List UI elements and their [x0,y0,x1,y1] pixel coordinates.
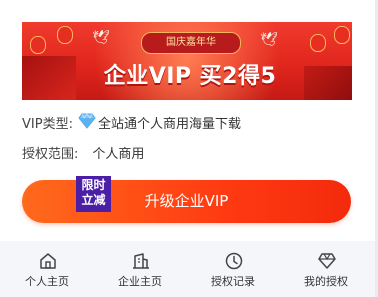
lantern-icon [57,26,73,44]
nav-label: 授权记录 [211,275,255,288]
banner-headline: 企业VIP 买2得5 [103,64,277,89]
nav-item-my-licenses[interactable]: 我的授权 [281,241,371,297]
promo-banner[interactable]: 🕊 🕊 国庆嘉年华 企业VIP 买2得5 [22,22,352,100]
nav-item-personal-home[interactable]: 个人主页 [2,241,92,297]
upgrade-button-label: 升级企业VIP [144,192,229,210]
vip-type-value: 全站通个人商用海量下载 [97,117,241,132]
gift-boxes-right [304,66,352,100]
gift-boxes-left [22,56,76,100]
vip-type-label: VIP类型: [22,117,73,132]
vip-panel: 🕊 🕊 国庆嘉年华 企业VIP 买2得5 VIP类型: 全站通个人商用海量下载 … [0,0,378,297]
upgrade-enterprise-vip-button[interactable]: 升级企业VIP [22,180,351,223]
badge-line-2: 立减 [81,193,106,207]
nav-label: 我的授权 [304,275,348,288]
banner-ribbon: 国庆嘉年华 [141,32,241,54]
nav-label: 企业主页 [118,275,162,288]
lantern-icon [30,36,46,54]
lantern-icon [334,26,350,44]
nav-item-license-records[interactable]: 授权记录 [188,241,278,297]
nav-item-enterprise-home[interactable]: 企业主页 [95,241,185,297]
nav-label: 个人主页 [25,275,69,288]
diamond-icon [78,113,96,136]
limited-time-badge: 限时 立减 [76,176,111,212]
building-icon [133,253,149,269]
home-icon [40,253,56,269]
license-scope-label: 授权范围: [22,147,79,162]
license-scope-value: 个人商用 [92,147,145,162]
bottom-nav: 个人主页 企业主页 授权记录 我的授权 [0,241,375,297]
dove-icon: 🕊 [260,32,278,48]
lantern-icon [310,34,326,52]
clock-icon [225,252,243,270]
badge-line-1: 限时 [81,178,106,192]
vip-type-row: VIP类型: 全站通个人商用海量下载 [22,113,241,133]
license-scope-row: 授权范围: 个人商用 [22,145,144,165]
dove-icon: 🕊 [92,30,110,46]
diamond-icon [318,253,336,269]
